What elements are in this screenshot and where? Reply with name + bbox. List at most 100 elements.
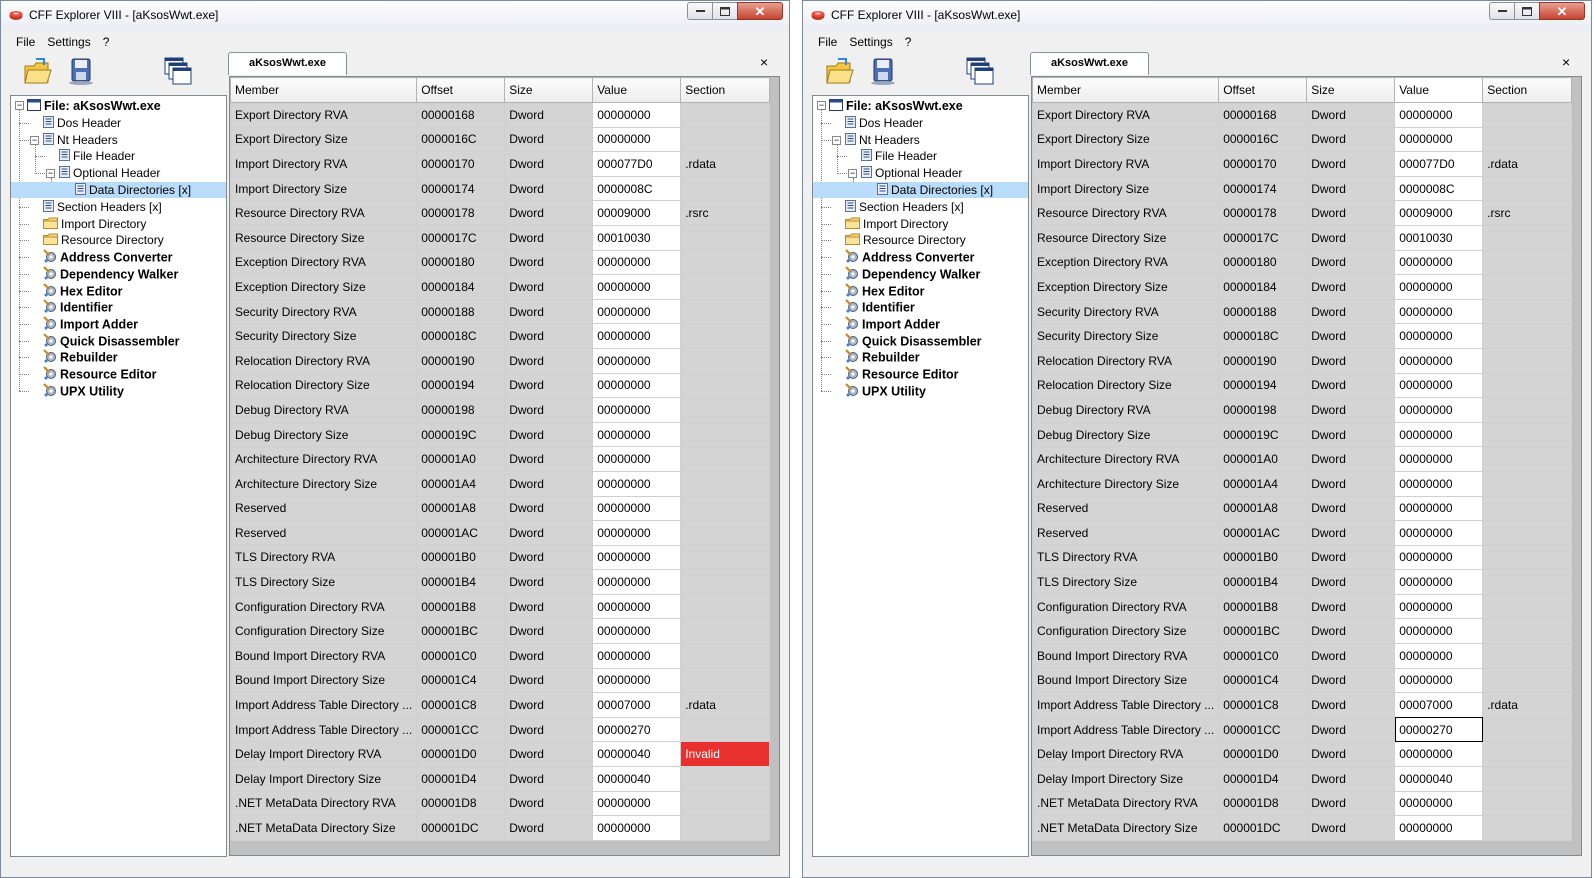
menu-file[interactable]: File <box>10 32 41 52</box>
cell-member[interactable]: TLS Directory Size <box>1032 569 1220 595</box>
tree-item-optional-header[interactable]: Optional Header <box>813 165 1028 181</box>
cell-value[interactable]: 00010030 <box>592 224 682 251</box>
cell-size[interactable]: Dword <box>1306 741 1396 768</box>
cell-value[interactable]: 00000000 <box>1394 520 1484 546</box>
cell-offset[interactable]: 000001B8 <box>416 593 506 620</box>
cell-member[interactable]: Delay Import Directory Size <box>230 766 418 792</box>
tree-root-file[interactable]: File: aKsosWwt.exe <box>813 98 1028 114</box>
table-row[interactable]: Bound Import Directory Size 000001C4 Dword… <box>230 667 771 694</box>
cell-member[interactable]: Debug Directory RVA <box>1032 397 1220 423</box>
cell-value[interactable]: 00000000 <box>1394 446 1484 472</box>
cell-offset[interactable]: 00000188 <box>416 298 506 325</box>
cell-section[interactable] <box>1482 372 1573 399</box>
cell-size[interactable]: Dword <box>504 667 594 694</box>
column-header-value[interactable]: Value <box>592 77 682 103</box>
table-row[interactable]: Resource Directory Size 0000017C Dword 0001… <box>230 224 771 251</box>
table-row[interactable]: .NET MetaData Directory Size 000001DC Dwor… <box>230 815 771 841</box>
cell-size[interactable]: Dword <box>1306 470 1396 497</box>
cell-section[interactable] <box>1482 716 1573 743</box>
table-row[interactable]: Relocation Directory RVA 00000190 Dword 000… <box>230 347 771 374</box>
cell-size[interactable]: Dword <box>1306 766 1396 792</box>
table-row[interactable]: Reserved 000001AC Dword 00000000 <box>230 520 771 546</box>
cell-offset[interactable]: 0000018C <box>1218 323 1308 349</box>
table-row[interactable]: Configuration Directory Size 000001BC Dwor… <box>230 618 771 645</box>
cell-member[interactable]: Reserved <box>230 495 418 522</box>
table-row[interactable]: Reserved 000001A8 Dword 00000000 <box>230 495 771 522</box>
cell-offset[interactable]: 00000188 <box>1218 298 1308 325</box>
cell-member[interactable]: Security Directory Size <box>1032 323 1220 349</box>
table-row[interactable]: Delay Import Directory Size 000001D4 Dword… <box>1032 766 1573 792</box>
cell-member[interactable]: Exception Directory Size <box>1032 274 1220 300</box>
cell-value[interactable]: 00000000 <box>592 544 682 571</box>
table-row[interactable]: Resource Directory Size 0000017C Dword 0001… <box>1032 224 1573 251</box>
cell-section[interactable] <box>1482 274 1573 300</box>
cell-member[interactable]: Resource Directory RVA <box>1032 200 1220 226</box>
cell-size[interactable]: Dword <box>504 372 594 399</box>
table-row[interactable]: Import Directory Size 00000174 Dword 000000… <box>230 175 771 202</box>
cell-size[interactable]: Dword <box>1306 151 1396 177</box>
table-row[interactable]: Security Directory RVA 00000188 Dword 00000… <box>1032 298 1573 325</box>
cell-member[interactable]: Debug Directory Size <box>1032 421 1220 448</box>
cell-member[interactable]: Bound Import Directory RVA <box>230 643 418 669</box>
tree-item-resource-editor[interactable]: Resource Editor <box>11 366 226 382</box>
cell-section[interactable] <box>1482 815 1573 841</box>
cell-size[interactable]: Dword <box>1306 200 1396 226</box>
cell-offset[interactable]: 000001D0 <box>1218 741 1308 768</box>
cell-size[interactable]: Dword <box>1306 593 1396 620</box>
cell-section[interactable] <box>1482 766 1573 792</box>
cell-size[interactable]: Dword <box>504 470 594 497</box>
table-row[interactable]: Exception Directory Size 00000184 Dword 000… <box>230 274 771 300</box>
cell-offset[interactable]: 000001D8 <box>416 790 506 817</box>
cell-section[interactable] <box>680 544 771 571</box>
cell-offset[interactable]: 00000174 <box>1218 175 1308 202</box>
column-header-value[interactable]: Value <box>1394 77 1484 103</box>
cell-member[interactable]: Export Directory RVA <box>230 102 418 128</box>
cell-value[interactable]: 00000000 <box>592 372 682 399</box>
cell-offset[interactable]: 00000178 <box>1218 200 1308 226</box>
cell-offset[interactable]: 0000017C <box>1218 224 1308 251</box>
table-row[interactable]: Configuration Directory Size 000001BC Dwor… <box>1032 618 1573 645</box>
cell-size[interactable]: Dword <box>504 298 594 325</box>
table-row[interactable]: Resource Directory RVA 00000178 Dword 00009… <box>230 200 771 226</box>
table-row[interactable]: TLS Directory RVA 000001B0 Dword 00000000 <box>1032 544 1573 571</box>
cell-size[interactable]: Dword <box>504 790 594 817</box>
cell-offset[interactable]: 000001A8 <box>1218 495 1308 522</box>
table-row[interactable]: Relocation Directory RVA 00000190 Dword 000… <box>1032 347 1573 374</box>
cell-value[interactable]: 00000000 <box>1394 815 1484 841</box>
cell-value[interactable]: 00009000 <box>1394 200 1484 226</box>
table-row[interactable]: .NET MetaData Directory RVA 000001D8 Dword… <box>230 790 771 817</box>
close-tab-button[interactable]: × <box>760 55 768 69</box>
maximize-button[interactable] <box>1514 2 1540 20</box>
column-header-offset[interactable]: Offset <box>1218 77 1308 103</box>
cell-member[interactable]: Reserved <box>230 520 418 546</box>
cell-section[interactable] <box>680 397 771 423</box>
cell-section[interactable] <box>1482 593 1573 620</box>
cell-section[interactable] <box>1482 470 1573 497</box>
cell-value[interactable]: 00000000 <box>592 126 682 153</box>
cell-size[interactable]: Dword <box>504 643 594 669</box>
cell-value[interactable]: 00000000 <box>1394 495 1484 522</box>
cell-size[interactable]: Dword <box>1306 126 1396 153</box>
cell-section[interactable]: .rdata <box>1482 151 1573 177</box>
cell-offset[interactable]: 00000190 <box>1218 347 1308 374</box>
cell-section[interactable] <box>680 716 771 743</box>
table-row[interactable]: Exception Directory RVA 00000180 Dword 0000… <box>1032 249 1573 276</box>
cell-section[interactable] <box>680 102 771 128</box>
cell-offset[interactable]: 000001C8 <box>416 692 506 718</box>
cell-member[interactable]: Architecture Directory Size <box>1032 470 1220 497</box>
table-row[interactable]: Import Address Table Directory ... 000001… <box>230 716 771 743</box>
table-row[interactable]: Configuration Directory RVA 000001B8 Dword… <box>230 593 771 620</box>
table-row[interactable]: Architecture Directory RVA 000001A0 Dword 0… <box>230 446 771 472</box>
tree-item-nt-headers[interactable]: Nt Headers <box>11 132 226 148</box>
cell-section[interactable] <box>680 274 771 300</box>
cell-offset[interactable]: 00000194 <box>416 372 506 399</box>
cell-section[interactable] <box>680 421 771 448</box>
cell-offset[interactable]: 000001B4 <box>1218 569 1308 595</box>
cell-value[interactable]: 00000000 <box>1394 569 1484 595</box>
cell-offset[interactable]: 000001C4 <box>416 667 506 694</box>
cell-size[interactable]: Dword <box>504 151 594 177</box>
cell-member[interactable]: Architecture Directory Size <box>230 470 418 497</box>
cell-value[interactable]: 00000040 <box>592 766 682 792</box>
column-header-size[interactable]: Size <box>504 77 594 103</box>
cell-value[interactable]: 00007000 <box>592 692 682 718</box>
